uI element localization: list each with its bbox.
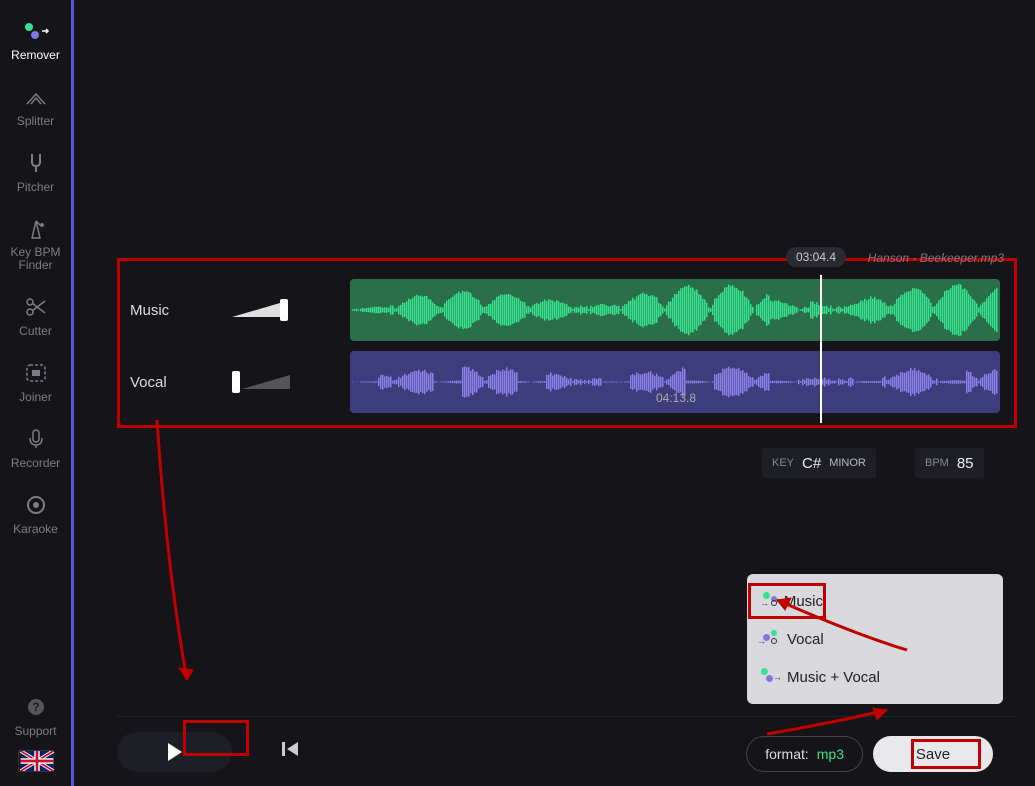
save-option-label: Music — [784, 593, 823, 610]
save-option-music-vocal[interactable]: → Music + Vocal — [747, 658, 1003, 696]
filename-label: Hanson - Beekeeper.mp3 — [868, 251, 1004, 265]
playhead-time-badge: 03:04.4 — [786, 247, 846, 267]
bottom-bar: format: mp3 Save — [117, 716, 1015, 772]
sidebar-label: Joiner — [19, 390, 52, 404]
sidebar-item-pitcher[interactable]: Pitcher — [0, 140, 71, 206]
sidebar-item-joiner[interactable]: Joiner — [0, 350, 71, 416]
sidebar-label: Recorder — [11, 456, 60, 470]
bpm-label: BPM — [925, 457, 949, 469]
key-label: KEY — [772, 457, 794, 469]
record-icon — [26, 492, 46, 518]
sidebar-item-key-bpm[interactable]: Key BPM Finder — [0, 206, 71, 284]
save-button-label: Save — [916, 746, 950, 763]
vocal-volume-slider[interactable] — [232, 367, 347, 397]
language-flag-uk[interactable] — [18, 750, 54, 772]
key-mode: MINOR — [829, 457, 866, 469]
joiner-icon — [25, 360, 47, 386]
key-info-box: KEY C# MINOR — [762, 448, 876, 478]
remover-icon — [22, 18, 50, 44]
vocal-track-label: Vocal — [130, 374, 190, 391]
mic-icon — [27, 426, 45, 452]
sidebar: Remover Splitter Pitcher Key BPM Finder … — [0, 0, 74, 786]
sidebar-label: Pitcher — [17, 180, 54, 194]
annotation-arrow-1 — [137, 420, 217, 700]
save-button[interactable]: Save — [873, 736, 993, 772]
sidebar-item-remover[interactable]: Remover — [0, 8, 71, 74]
format-selector[interactable]: format: mp3 — [746, 736, 863, 772]
playhead[interactable] — [820, 275, 822, 423]
save-option-label: Vocal — [787, 631, 824, 648]
sidebar-label: Key BPM Finder — [0, 246, 71, 272]
save-option-label: Music + Vocal — [787, 669, 880, 686]
sidebar-item-support[interactable]: ? Support — [0, 684, 71, 750]
scissors-icon — [25, 294, 47, 320]
save-option-vocal[interactable]: → Vocal — [747, 620, 1003, 658]
sidebar-label: Splitter — [17, 114, 54, 128]
tuning-fork-icon — [27, 150, 45, 176]
vocal-option-icon: → — [761, 630, 779, 648]
splitter-icon — [24, 84, 48, 110]
sidebar-item-cutter[interactable]: Cutter — [0, 284, 71, 350]
bpm-info-box: BPM 85 — [915, 448, 984, 478]
track-panel: Hanson - Beekeeper.mp3 03:04.4 Music Voc… — [117, 258, 1017, 428]
sidebar-label: Karaoke — [13, 522, 58, 536]
sidebar-item-recorder[interactable]: Recorder — [0, 416, 71, 482]
sidebar-label: Remover — [11, 48, 60, 62]
sidebar-item-splitter[interactable]: Splitter — [0, 74, 71, 140]
rewind-button[interactable] — [282, 741, 300, 762]
bpm-value: 85 — [957, 455, 974, 472]
music-option-icon: → — [761, 592, 776, 610]
key-note: C# — [802, 455, 821, 472]
sidebar-label: Support — [14, 724, 56, 738]
music-waveform[interactable] — [350, 279, 1000, 341]
metronome-icon — [26, 216, 46, 242]
duration-label: 04:13.8 — [656, 391, 696, 405]
help-icon: ? — [26, 694, 46, 720]
music-vocal-option-icon: → — [761, 668, 779, 686]
music-volume-slider[interactable] — [232, 295, 347, 325]
music-track-label: Music — [130, 302, 190, 319]
format-label: format: — [765, 746, 809, 762]
play-button[interactable] — [117, 732, 232, 772]
save-options-menu: → Music → Vocal → Music + Vocal — [747, 574, 1003, 704]
main-area: Hanson - Beekeeper.mp3 03:04.4 Music Voc… — [77, 0, 1035, 786]
sidebar-label: Cutter — [19, 324, 52, 338]
format-value: mp3 — [817, 746, 844, 762]
sidebar-item-karaoke[interactable]: Karaoke — [0, 482, 71, 548]
svg-text:?: ? — [32, 700, 39, 714]
save-option-music[interactable]: → Music — [747, 582, 827, 620]
